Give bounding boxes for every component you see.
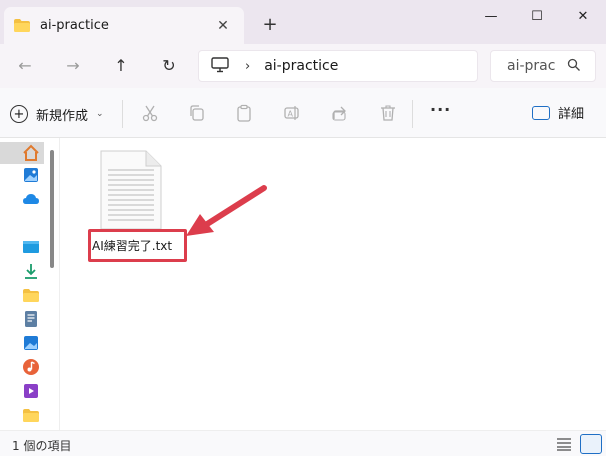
folder-icon bbox=[14, 19, 30, 32]
item-count: 1 個の項目 bbox=[12, 439, 72, 453]
svg-text:A: A bbox=[288, 110, 294, 119]
cloud-icon bbox=[22, 194, 40, 211]
title-tab-bar: ai-practice ✕ + — ☐ ✕ bbox=[0, 0, 606, 44]
folder-icon bbox=[22, 289, 40, 307]
plus-circle-icon: + bbox=[10, 105, 28, 123]
computer-icon bbox=[211, 56, 229, 76]
list-view-icon[interactable] bbox=[556, 437, 572, 451]
rename-icon[interactable]: A bbox=[282, 103, 302, 123]
sidebar-item-documents[interactable] bbox=[22, 310, 40, 328]
copy-icon[interactable] bbox=[187, 103, 207, 123]
command-bar: + 新規作成 ⌄ A ··· 詳細 bbox=[0, 88, 606, 138]
sidebar-item-gallery[interactable] bbox=[22, 166, 40, 184]
file-list-pane: AI練習完了.txt bbox=[60, 138, 606, 430]
address-bar[interactable]: › ai-practice bbox=[198, 50, 478, 82]
sidebar-scrollbar[interactable] bbox=[50, 150, 54, 268]
home-icon bbox=[22, 144, 40, 165]
back-button[interactable]: ← bbox=[12, 54, 38, 76]
document-icon bbox=[22, 311, 40, 331]
breadcrumb-separator: › bbox=[245, 58, 251, 74]
search-icon bbox=[567, 58, 587, 75]
window-controls: — ☐ ✕ bbox=[468, 0, 606, 32]
search-placeholder: ai-prac bbox=[507, 58, 556, 74]
new-button-label: 新規作成 bbox=[36, 108, 89, 124]
minimize-button[interactable]: — bbox=[468, 0, 514, 32]
cut-icon[interactable] bbox=[140, 103, 160, 123]
new-tab-button[interactable]: + bbox=[260, 14, 280, 35]
breadcrumb-ai-practice[interactable]: ai-practice bbox=[264, 58, 338, 74]
sidebar-item-onedrive[interactable] bbox=[22, 190, 40, 208]
gallery-icon bbox=[22, 168, 40, 187]
maximize-button[interactable]: ☐ bbox=[514, 0, 560, 32]
download-icon bbox=[22, 264, 40, 283]
delete-icon[interactable] bbox=[378, 103, 398, 123]
more-options-button[interactable]: ··· bbox=[430, 100, 451, 119]
details-button[interactable]: 詳細 bbox=[532, 103, 584, 122]
refresh-button[interactable]: ↻ bbox=[156, 54, 182, 76]
search-input[interactable]: ai-prac bbox=[490, 50, 596, 82]
address-row: ← → ↑ ↻ › ai-practice ai-prac bbox=[0, 44, 606, 88]
status-bar: 1 個の項目 bbox=[0, 430, 606, 456]
folder-icon bbox=[22, 409, 40, 427]
up-button[interactable]: ↑ bbox=[108, 54, 134, 76]
paste-icon[interactable] bbox=[234, 103, 254, 123]
text-file-icon bbox=[100, 150, 162, 230]
tab-close-button[interactable]: ✕ bbox=[212, 18, 234, 34]
sidebar-item-music[interactable] bbox=[22, 358, 40, 376]
share-icon[interactable] bbox=[330, 103, 350, 123]
sidebar-item-downloads[interactable] bbox=[22, 262, 40, 280]
video-icon bbox=[22, 384, 40, 403]
highlight-box bbox=[88, 229, 187, 262]
tab-ai-practice[interactable]: ai-practice ✕ bbox=[4, 7, 244, 44]
tiles-view-icon[interactable] bbox=[580, 434, 602, 454]
details-pane-icon bbox=[532, 105, 550, 120]
toolbar-divider bbox=[122, 100, 123, 128]
sidebar-item-desktop[interactable] bbox=[22, 238, 40, 256]
sidebar-item-home[interactable] bbox=[0, 142, 44, 164]
pictures-icon bbox=[22, 336, 40, 355]
music-icon bbox=[22, 359, 40, 379]
new-button[interactable]: + 新規作成 ⌄ bbox=[10, 101, 104, 127]
desktop-icon bbox=[22, 241, 40, 259]
navigation-sidebar bbox=[0, 138, 60, 430]
toolbar-divider bbox=[412, 100, 413, 128]
tab-title: ai-practice bbox=[40, 18, 109, 33]
sidebar-item-folder[interactable] bbox=[22, 286, 40, 304]
sidebar-item-pictures[interactable] bbox=[22, 334, 40, 352]
annotation-arrow-icon bbox=[186, 185, 267, 236]
close-button[interactable]: ✕ bbox=[560, 0, 606, 32]
sidebar-item-folder-2[interactable] bbox=[22, 406, 40, 424]
details-button-label: 詳細 bbox=[558, 107, 585, 122]
forward-button[interactable]: → bbox=[60, 54, 86, 76]
chevron-down-icon: ⌄ bbox=[96, 109, 104, 119]
sidebar-item-videos[interactable] bbox=[22, 382, 40, 400]
